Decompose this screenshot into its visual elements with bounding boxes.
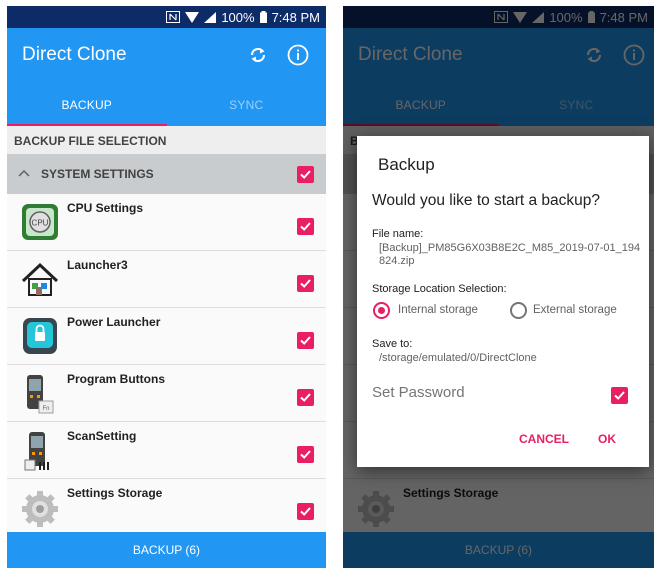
- group-label: SYSTEM SETTINGS: [41, 167, 154, 181]
- app-checkbox[interactable]: [297, 218, 314, 235]
- app-row-cpu-settings[interactable]: CPU CPU Settings: [7, 194, 326, 251]
- ok-button[interactable]: OK: [598, 432, 616, 446]
- chevron-up-icon: [18, 169, 30, 177]
- battery-icon: [259, 11, 267, 23]
- info-icon[interactable]: [286, 43, 310, 67]
- app-row-launcher3[interactable]: Launcher3: [7, 251, 326, 308]
- svg-text:Fn: Fn: [42, 406, 49, 412]
- set-password-label: Set Password: [372, 384, 465, 401]
- scan-setting-icon: [24, 432, 49, 471]
- dialog-question: Would you like to start a backup?: [372, 192, 601, 209]
- app-name: CPU Settings: [67, 201, 144, 215]
- save-to-path: /storage/emulated/0/DirectClone: [379, 352, 537, 364]
- app-name: ScanSetting: [67, 429, 137, 443]
- app-title: Direct Clone: [22, 44, 127, 65]
- svg-text:CPU: CPU: [32, 219, 49, 228]
- cancel-button[interactable]: CANCEL: [519, 432, 569, 446]
- app-row-settings-storage[interactable]: Settings Storage: [7, 479, 326, 536]
- nfc-icon: [166, 11, 181, 23]
- app-checkbox[interactable]: [297, 446, 314, 463]
- app-name: Launcher3: [67, 258, 128, 272]
- group-checkbox[interactable]: [297, 166, 314, 183]
- internal-storage-label[interactable]: Internal storage: [398, 304, 478, 316]
- set-password-checkbox[interactable]: [611, 387, 628, 404]
- app-row-program-buttons[interactable]: Fn Program Buttons: [7, 365, 326, 422]
- status-bar: 100% 7:48 PM: [7, 6, 326, 28]
- storage-location-label: Storage Location Selection:: [372, 283, 507, 295]
- cpu-settings-icon: CPU: [22, 204, 58, 240]
- external-storage-label[interactable]: External storage: [533, 304, 617, 316]
- app-name: Settings Storage: [67, 486, 163, 500]
- wifi-icon: [185, 11, 200, 23]
- tab-backup[interactable]: BACKUP: [7, 84, 167, 126]
- app-name: Power Launcher: [67, 315, 161, 329]
- tab-sync[interactable]: SYNC: [167, 84, 327, 126]
- app-row-scan-setting[interactable]: ScanSetting: [7, 422, 326, 479]
- power-launcher-icon: [23, 318, 57, 354]
- clock: 7:48 PM: [271, 9, 320, 25]
- dialog-title: Backup: [378, 155, 435, 174]
- app-checkbox[interactable]: [297, 503, 314, 520]
- group-header-system-settings[interactable]: SYSTEM SETTINGS: [7, 154, 326, 194]
- app-row-power-launcher[interactable]: Power Launcher: [7, 308, 326, 365]
- battery-percent: 100%: [221, 9, 255, 25]
- signal-icon: [204, 11, 217, 23]
- storage-radio-group: Internal storage External storage: [373, 300, 643, 320]
- app-checkbox[interactable]: [297, 275, 314, 292]
- section-title: BACKUP FILE SELECTION: [7, 126, 326, 154]
- app-checkbox[interactable]: [297, 389, 314, 406]
- app-bar: Direct Clone: [7, 28, 326, 84]
- backup-button[interactable]: BACKUP (6): [7, 532, 326, 568]
- save-to-label: Save to:: [372, 338, 413, 350]
- sync-icon[interactable]: [246, 43, 270, 67]
- program-buttons-icon: Fn: [27, 375, 54, 414]
- backup-dialog-screen: 100% 7:48 PM Direct Clone BACKUP SYNC BA…: [343, 6, 654, 568]
- internal-storage-radio[interactable]: [373, 302, 390, 319]
- app-name: Program Buttons: [67, 372, 166, 386]
- app-checkbox[interactable]: [297, 332, 314, 349]
- tab-bar: BACKUP SYNC: [7, 84, 326, 126]
- file-name-value: [Backup]_PM85G6X03B8E2C_M85_2019-07-01_1…: [379, 242, 641, 267]
- launcher-home-icon: [21, 262, 59, 296]
- file-name-label: File name:: [372, 228, 424, 240]
- backup-dialog: Backup Would you like to start a backup?…: [357, 136, 649, 467]
- external-storage-radio[interactable]: [510, 302, 527, 319]
- settings-gear-icon: [22, 491, 58, 527]
- main-screen: 100% 7:48 PM Direct Clone BACKUP SYNC BA…: [7, 6, 326, 568]
